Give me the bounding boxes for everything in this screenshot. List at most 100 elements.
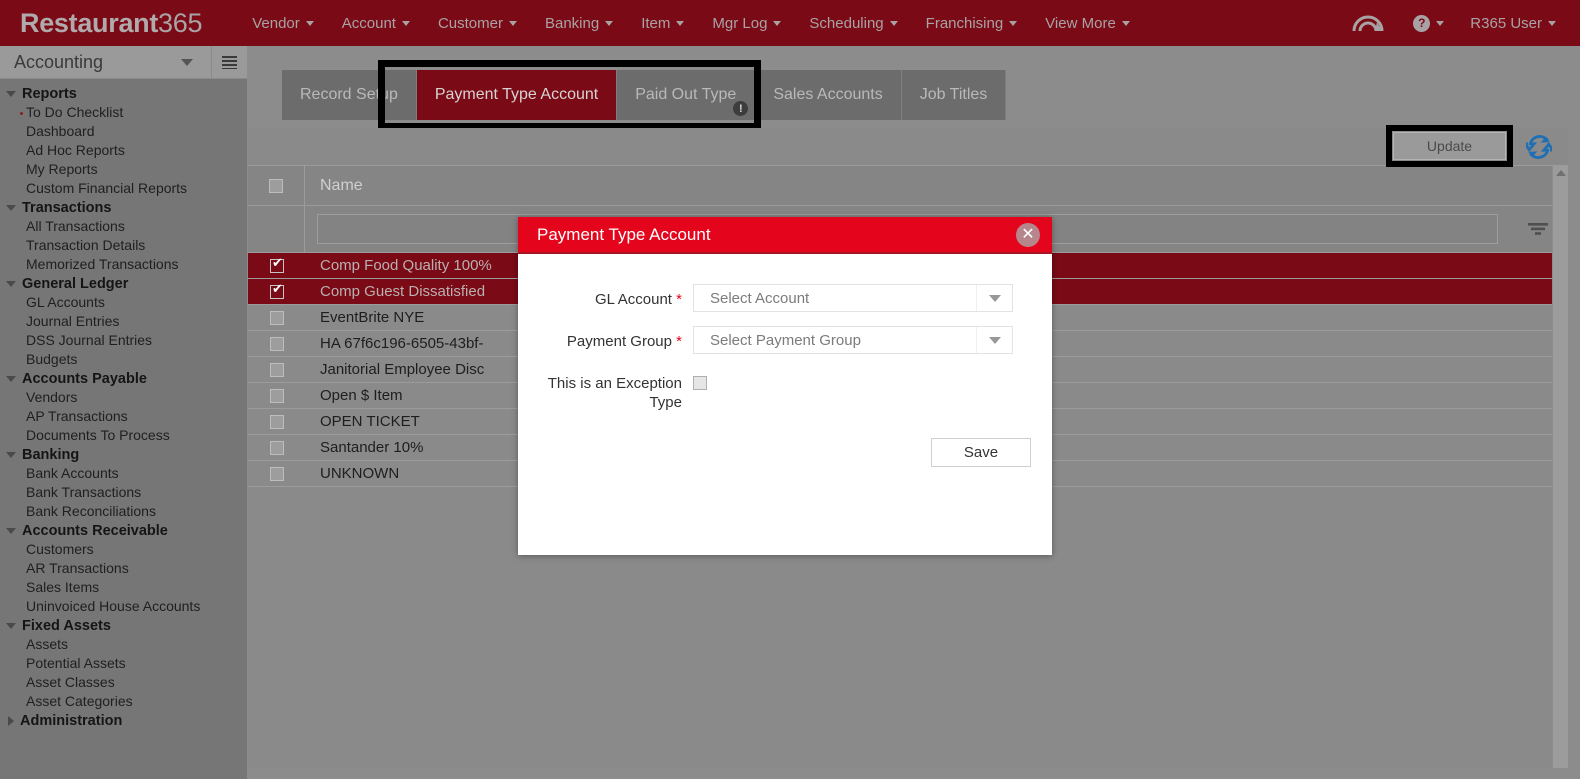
sidebar-item-to-do-checklist[interactable]: To Do Checklist	[0, 103, 247, 122]
sidebar-toggle-button[interactable]	[211, 45, 247, 79]
tab-payment-type-account[interactable]: Payment Type Account	[416, 70, 618, 120]
row-select-cell[interactable]	[248, 461, 305, 487]
nav-item-label: Mgr Log	[712, 14, 768, 32]
exception-type-checkbox[interactable]	[693, 376, 707, 390]
help-menu-button[interactable]: ?	[1403, 14, 1454, 32]
sidebar-group-general-ledger[interactable]: General Ledger	[0, 274, 247, 293]
row-checkbox[interactable]	[269, 256, 285, 273]
sidebar-item-potential-assets[interactable]: Potential Assets	[0, 654, 247, 673]
row-checkbox[interactable]	[269, 440, 284, 455]
dropdown-toggle[interactable]	[976, 285, 1012, 311]
row-select-cell[interactable]	[248, 409, 305, 435]
sidebar-group-reports[interactable]: Reports	[0, 84, 247, 103]
sidebar-item-journal-entries[interactable]: Journal Entries	[0, 312, 247, 331]
filter-checkbox-cell	[248, 206, 305, 252]
sidebar-item-transaction-details[interactable]: Transaction Details	[0, 236, 247, 255]
nav-item-item[interactable]: Item	[627, 15, 698, 32]
sidebar-item-all-transactions[interactable]: All Transactions	[0, 217, 247, 236]
sidebar-item-asset-classes[interactable]: Asset Classes	[0, 673, 247, 692]
select-all-checkbox[interactable]	[269, 178, 283, 193]
sidebar-item-my-reports[interactable]: My Reports	[0, 160, 247, 179]
refresh-button[interactable]	[1522, 134, 1556, 160]
sidebar-item-gl-accounts[interactable]: GL Accounts	[0, 293, 247, 312]
payment-type-account-dialog: Payment Type Account ✕ GL Account * Sele…	[518, 217, 1052, 555]
nav-item-vendor[interactable]: Vendor	[238, 15, 328, 32]
sidebar-item-sales-items[interactable]: Sales Items	[0, 578, 247, 597]
grid-vertical-scrollbar[interactable]	[1552, 166, 1568, 768]
row-select-cell[interactable]	[248, 279, 305, 305]
sidebar-item-uninvoiced-house-accounts[interactable]: Uninvoiced House Accounts	[0, 597, 247, 616]
row-checkbox[interactable]	[269, 282, 285, 299]
select-all-cell[interactable]	[248, 166, 305, 205]
nav-item-franchising[interactable]: Franchising	[912, 15, 1032, 32]
nav-item-banking[interactable]: Banking	[531, 15, 627, 32]
sidebar-group-accounts-receivable[interactable]: Accounts Receivable	[0, 521, 247, 540]
tab-sales-accounts[interactable]: Sales Accounts	[755, 70, 902, 120]
payment-group-label: Payment Group *	[518, 326, 693, 351]
sidebar-item-ap-transactions[interactable]: AP Transactions	[0, 407, 247, 426]
sidebar-group-accounts-payable[interactable]: Accounts Payable	[0, 369, 247, 388]
sidebar-group-administration[interactable]: Administration	[0, 711, 247, 730]
chevron-down-icon	[305, 20, 314, 26]
row-checkbox[interactable]	[269, 362, 284, 377]
sidebar-item-ar-transactions[interactable]: AR Transactions	[0, 559, 247, 578]
gl-account-select[interactable]: Select Account	[693, 284, 1013, 312]
sidebar-item-assets[interactable]: Assets	[0, 635, 247, 654]
scroll-up-icon[interactable]	[1555, 170, 1566, 176]
performance-gauge-button[interactable]	[1341, 11, 1397, 35]
sidebar-item-bank-accounts[interactable]: Bank Accounts	[0, 464, 247, 483]
sidebar-item-dashboard[interactable]: Dashboard	[0, 122, 247, 141]
tab-paid-out-type[interactable]: Paid Out Type !	[617, 70, 756, 120]
top-nav-menu: Vendor Account Customer Banking Item Mgr…	[238, 15, 1144, 32]
row-select-cell[interactable]	[248, 305, 305, 331]
app-logo[interactable]: Restaurant365	[0, 8, 203, 39]
sidebar-item-budgets[interactable]: Budgets	[0, 350, 247, 369]
update-button[interactable]: Update	[1393, 132, 1506, 160]
row-checkbox[interactable]	[269, 414, 284, 429]
triangle-down-icon	[6, 204, 16, 211]
sidebar-item-vendors[interactable]: Vendors	[0, 388, 247, 407]
close-icon[interactable]: ✕	[1016, 223, 1040, 247]
sidebar-item-asset-categories[interactable]: Asset Categories	[0, 692, 247, 711]
row-select-cell[interactable]	[248, 435, 305, 461]
nav-item-scheduling[interactable]: Scheduling	[795, 15, 911, 32]
sidebar-group-transactions[interactable]: Transactions	[0, 198, 247, 217]
payment-group-select[interactable]: Select Payment Group	[693, 326, 1013, 354]
tab-record-setup[interactable]: Record Setup	[282, 70, 417, 120]
module-selector-label[interactable]: Accounting	[0, 52, 181, 73]
sidebar-item-documents-to-process[interactable]: Documents To Process	[0, 426, 247, 445]
grid-header-name-cell[interactable]: Name	[305, 166, 1508, 205]
sidebar-item-memorized-transactions[interactable]: Memorized Transactions	[0, 255, 247, 274]
speedometer-icon	[1352, 15, 1384, 32]
filter-icon	[1528, 223, 1548, 235]
hamburger-icon	[222, 55, 237, 69]
nav-item-view-more[interactable]: View More	[1031, 15, 1144, 32]
tab-job-titles[interactable]: Job Titles	[901, 70, 1007, 120]
nav-item-account[interactable]: Account	[328, 15, 424, 32]
row-select-cell[interactable]	[248, 357, 305, 383]
nav-item-label: Item	[641, 14, 671, 32]
sidebar-item-custom-financial-reports[interactable]: Custom Financial Reports	[0, 179, 247, 198]
chevron-down-icon[interactable]	[181, 58, 193, 66]
sidebar-group-banking[interactable]: Banking	[0, 445, 247, 464]
nav-item-label: Franchising	[925, 14, 1004, 32]
save-button[interactable]: Save	[931, 438, 1031, 467]
sidebar-item-ad-hoc-reports[interactable]: Ad Hoc Reports	[0, 141, 247, 160]
nav-item-mgr-log[interactable]: Mgr Log	[698, 15, 795, 32]
row-checkbox[interactable]	[269, 310, 284, 325]
row-checkbox[interactable]	[269, 336, 284, 351]
row-select-cell[interactable]	[248, 383, 305, 409]
triangle-down-icon	[6, 622, 16, 629]
row-select-cell[interactable]	[248, 331, 305, 357]
row-select-cell[interactable]	[248, 253, 305, 279]
sidebar-item-customers[interactable]: Customers	[0, 540, 247, 559]
row-checkbox[interactable]	[269, 466, 284, 481]
nav-item-customer[interactable]: Customer	[424, 15, 531, 32]
user-menu-button[interactable]: R365 User	[1460, 15, 1566, 32]
sidebar-item-bank-reconciliations[interactable]: Bank Reconciliations	[0, 502, 247, 521]
sidebar-group-fixed-assets[interactable]: Fixed Assets	[0, 616, 247, 635]
row-checkbox[interactable]	[269, 388, 284, 403]
sidebar-item-bank-transactions[interactable]: Bank Transactions	[0, 483, 247, 502]
sidebar-item-dss-journal-entries[interactable]: DSS Journal Entries	[0, 331, 247, 350]
dropdown-toggle[interactable]	[976, 327, 1012, 353]
